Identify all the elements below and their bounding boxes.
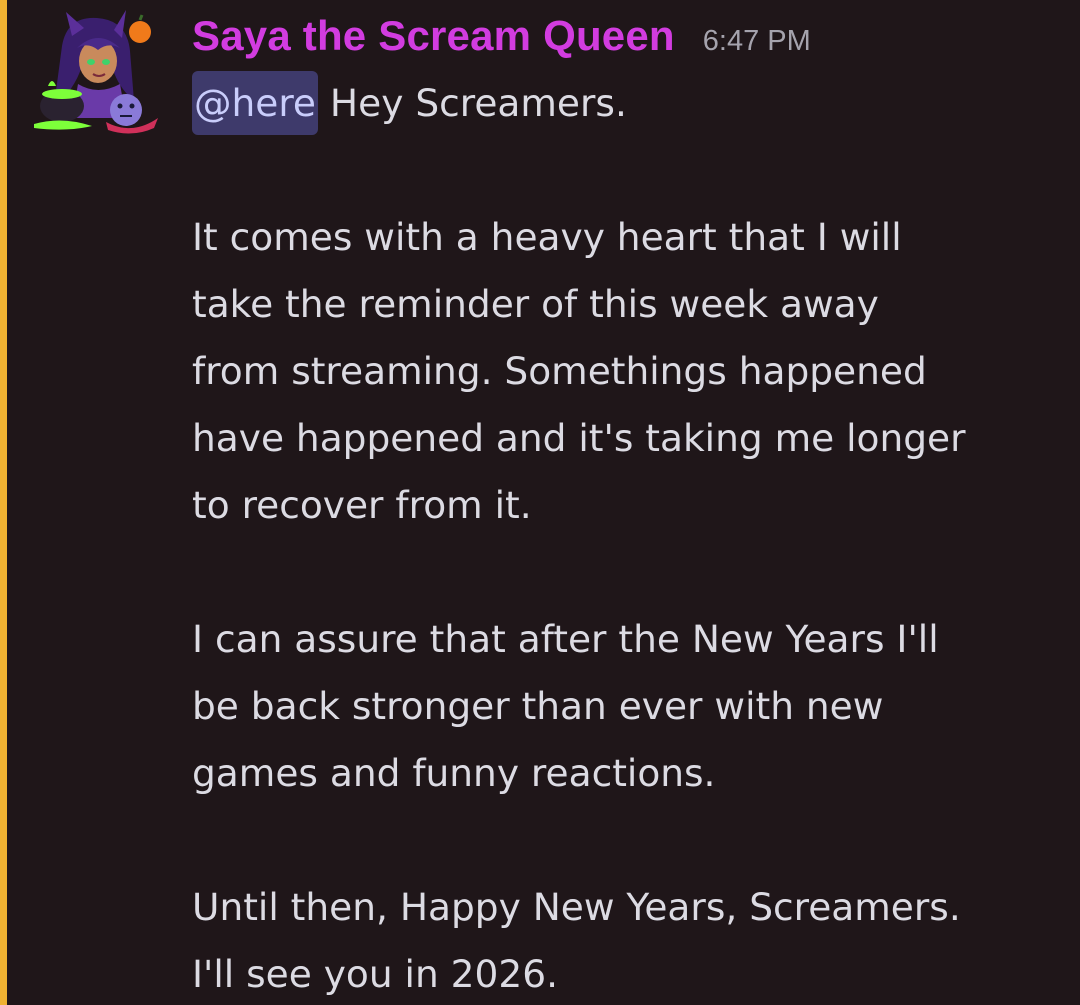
message-line: It comes with a heavy heart that I will [192,215,902,259]
message-line: have happened and it's taking me longer [192,416,966,460]
greeting-text: Hey Screamers. [318,81,627,125]
author-name[interactable]: Saya the Scream Queen [192,12,675,60]
message-header: Saya the Scream Queen 6:47 PM [192,12,811,68]
message-line: I'll see you in 2026. [192,952,559,996]
message-container: Saya the Scream Queen 6:47 PM @here Hey … [0,0,1080,1005]
message-line: to recover from it. [192,483,532,527]
mention-highlight-bar [0,0,7,1005]
message-line: Until then, Happy New Years, Screamers. [192,885,961,929]
message-line: be back stronger than ever with new [192,684,884,728]
message-line: from streaming. Somethings happened [192,349,927,393]
message-line: games and funny reactions. [192,751,716,795]
message-content: @here Hey Screamers. It comes with a hea… [192,70,1062,1005]
message-line: I can assure that after the New Years I'… [192,617,939,661]
message-timestamp[interactable]: 6:47 PM [703,25,811,58]
message-first-line: @here Hey Screamers. [192,70,1062,137]
here-mention[interactable]: @here [192,71,319,135]
message-line: take the reminder of this week away [192,282,879,326]
avatar-icon[interactable] [22,6,162,136]
